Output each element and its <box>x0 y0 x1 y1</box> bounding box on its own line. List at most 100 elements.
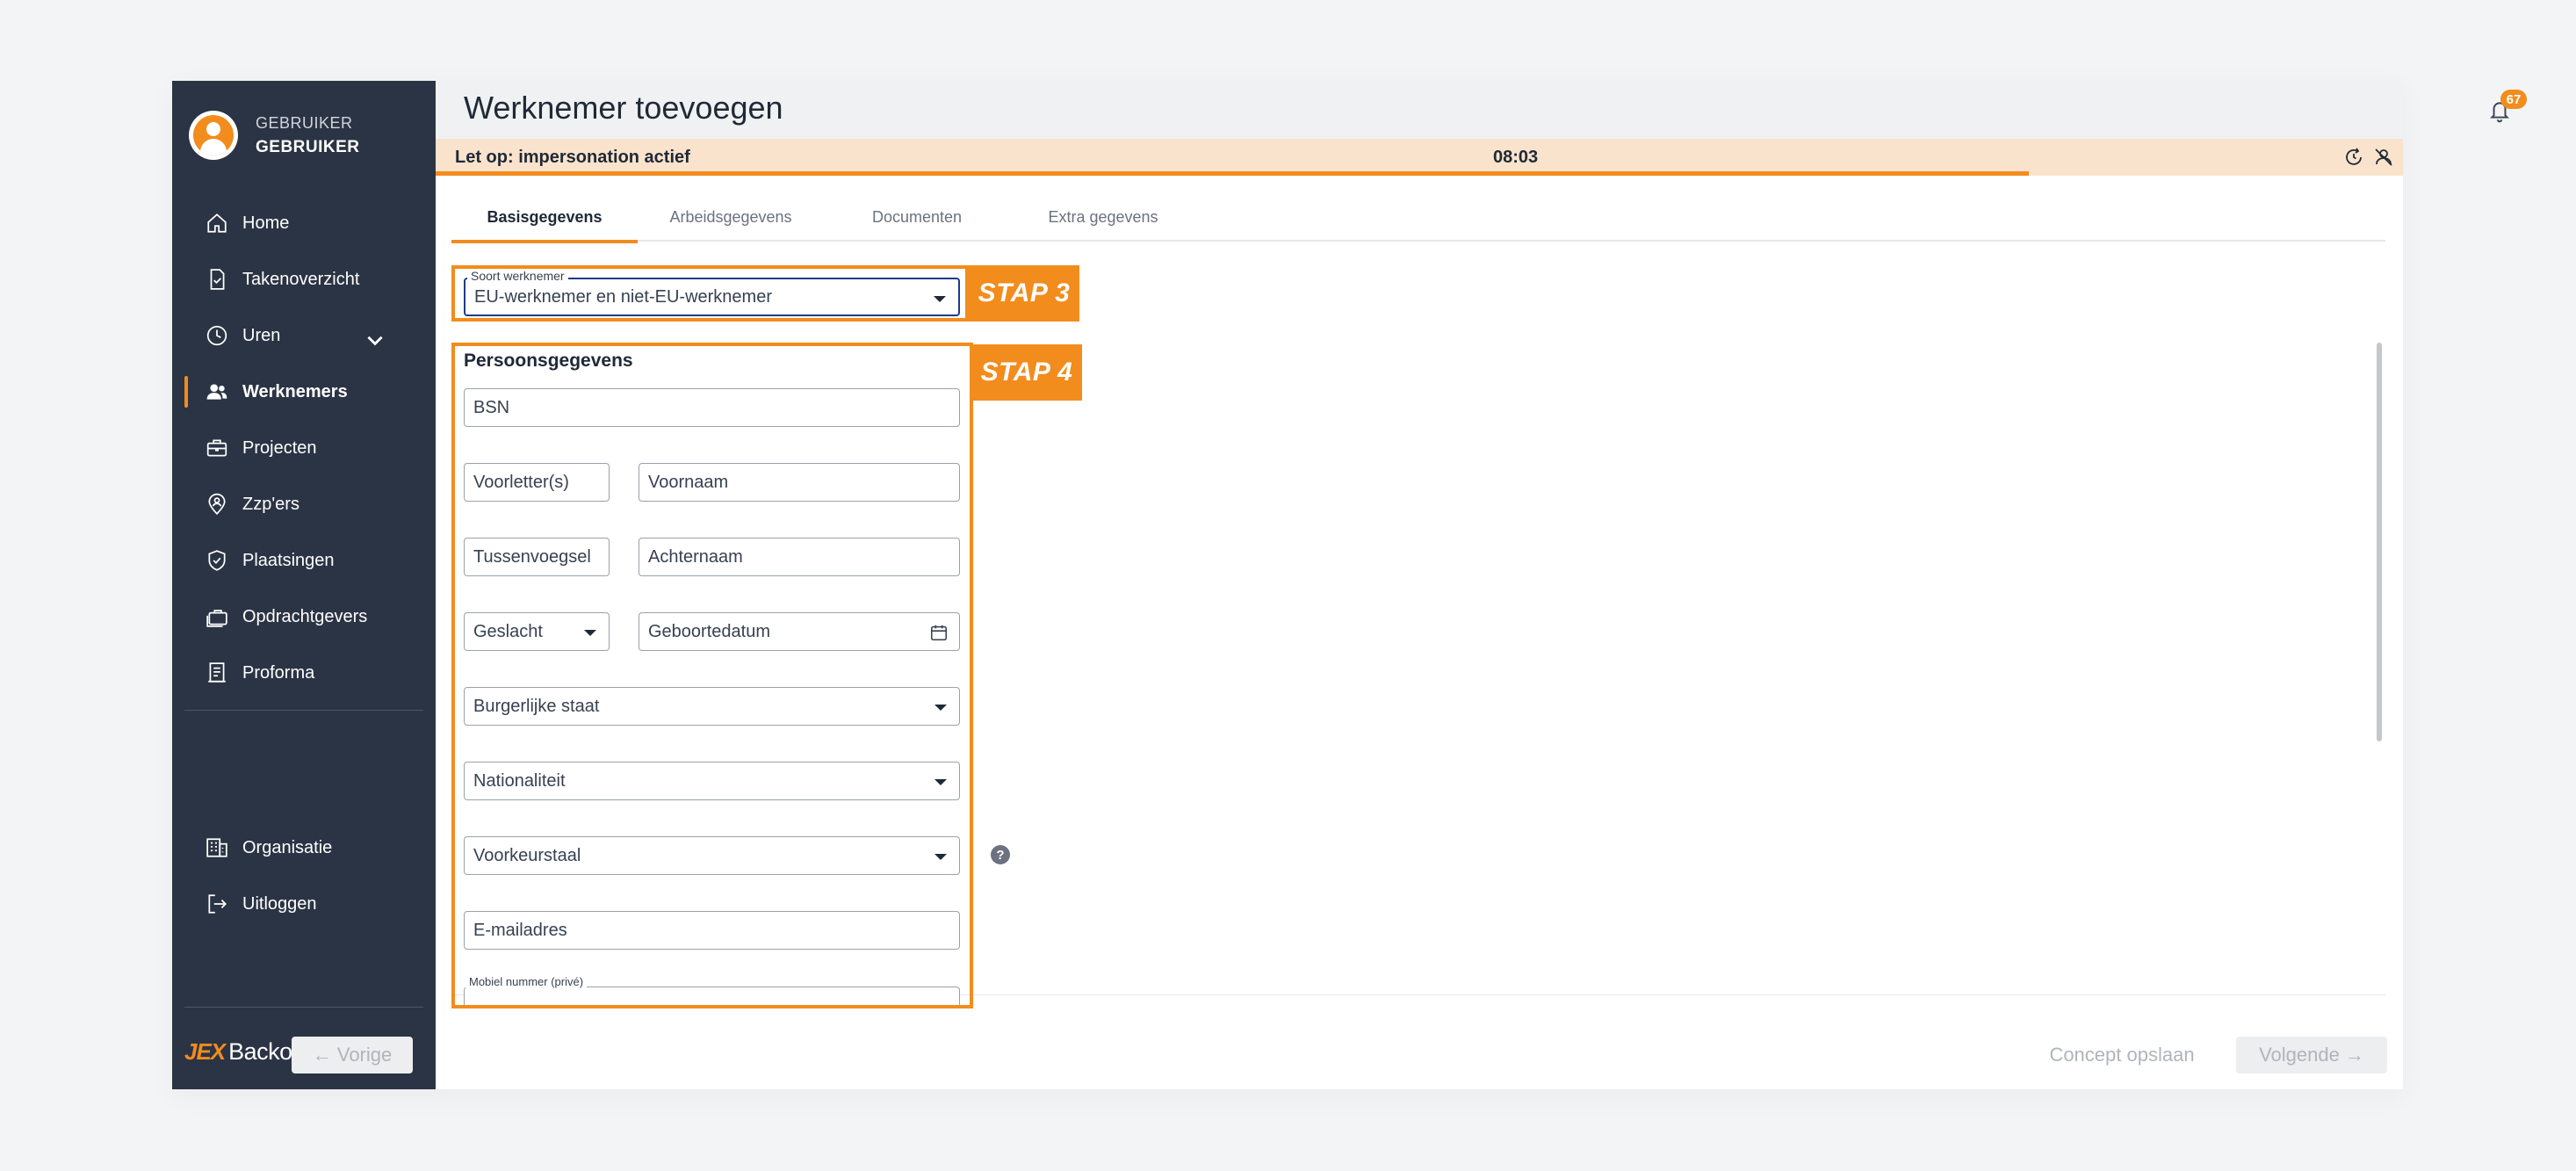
voornaam-field[interactable]: Voornaam <box>639 463 960 502</box>
tab-extra-gegevens[interactable]: Extra gegevens <box>1010 193 1196 242</box>
geslacht-placeholder: Geslacht <box>473 621 543 641</box>
sidebar-item-label: Organisatie <box>242 837 333 857</box>
user-name: GEBRUIKER <box>256 137 360 156</box>
sidebar-item-home[interactable]: Home <box>172 195 436 251</box>
soort-werknemer-select[interactable]: EU-werknemer en niet-EU-werknemer <box>464 278 960 316</box>
bsn-field[interactable]: BSN <box>464 388 960 427</box>
location-pin-icon <box>208 493 226 516</box>
sidebar-item-plaatsingen[interactable]: Plaatsingen <box>172 532 436 589</box>
voorkeurstaal-placeholder: Voorkeurstaal <box>473 845 581 865</box>
achternaam-placeholder: Achternaam <box>648 546 743 567</box>
step4-tag: STAP 4 <box>971 344 1082 401</box>
impersonation-bar: Let op: impersonation actief 08:03 <box>436 139 2403 176</box>
voorletters-placeholder: Voorletter(s) <box>473 472 569 492</box>
geboortedatum-field[interactable]: Geboortedatum <box>639 612 960 651</box>
concept-opslaan-button[interactable]: Concept opslaan <box>2034 1037 2210 1073</box>
sidebar-item-proforma[interactable]: Proforma <box>172 645 436 701</box>
sidebar-nav: Home Takenoverzicht Uren Werknemers Proj… <box>172 195 436 701</box>
page-header: Werknemer toevoegen 67 <box>436 81 2527 139</box>
tab-bar: Basisgegevens Arbeidsgegevens Documenten… <box>451 193 2385 243</box>
notifications-button[interactable]: 67 <box>2485 90 2527 128</box>
page-title: Werknemer toevoegen <box>464 90 783 126</box>
sidebar-nav-secondary: Organisatie Uitloggen <box>172 820 436 932</box>
briefcases-icon <box>206 610 227 627</box>
sidebar-item-label: Opdrachtgevers <box>242 606 368 626</box>
geboortedatum-placeholder: Geboortedatum <box>648 621 770 641</box>
sidebar-item-label: Home <box>242 213 290 233</box>
sidebar-item-label: Takenoverzicht <box>242 269 360 289</box>
chevron-down-icon[interactable] <box>364 329 386 351</box>
voorletters-field[interactable]: Voorletter(s) <box>464 463 610 502</box>
sidebar-item-uren[interactable]: Uren <box>172 307 436 364</box>
sidebar-item-takenoverzicht[interactable]: Takenoverzicht <box>172 251 436 307</box>
stop-impersonation-icon[interactable] <box>2373 147 2394 168</box>
scrollbar[interactable] <box>2377 343 2382 741</box>
geslacht-select[interactable]: Geslacht <box>464 612 610 651</box>
burgerlijke-staat-placeholder: Burgerlijke staat <box>473 696 600 716</box>
refresh-timer-icon[interactable] <box>2343 147 2364 168</box>
sidebar-item-projecten[interactable]: Projecten <box>172 420 436 476</box>
user-block[interactable]: GEBRUIKER GEBRUIKER <box>189 109 360 162</box>
burgerlijke-staat-select[interactable]: Burgerlijke staat <box>464 687 960 726</box>
mobiel-label: Mobiel nummer (privé) <box>465 975 588 988</box>
sidebar-item-label: Proforma <box>242 662 315 683</box>
home-icon <box>207 213 227 233</box>
sidebar-item-zzpers[interactable]: Zzp'ers <box>172 476 436 532</box>
notification-badge: 67 <box>2500 90 2527 109</box>
dropdown-caret-icon <box>584 630 596 636</box>
step4-highlight <box>451 343 973 1008</box>
section-title-persoonsgegevens: Persoonsgegevens <box>464 351 633 371</box>
user-icon <box>193 115 234 155</box>
brand-logo: JEX <box>184 1037 226 1065</box>
sidebar-divider-bottom <box>184 1007 423 1008</box>
sidebar-item-organisatie[interactable]: Organisatie <box>172 820 436 876</box>
tussenvoegsel-field[interactable]: Tussenvoegsel <box>464 538 610 576</box>
soort-werknemer-label: Soort werknemer <box>467 269 568 283</box>
sidebar-item-label: Werknemers <box>242 381 348 401</box>
impersonation-label: Let op: impersonation actief <box>455 148 690 167</box>
user-role: GEBRUIKER <box>256 113 353 132</box>
tussenvoegsel-placeholder: Tussenvoegsel <box>473 546 591 567</box>
sidebar-item-label: Uitloggen <box>242 893 317 914</box>
clock-icon <box>206 325 227 346</box>
sidebar-item-uitloggen[interactable]: Uitloggen <box>172 876 436 932</box>
sidebar: GEBRUIKER GEBRUIKER Home Takenoverzicht … <box>172 81 436 1089</box>
voornaam-placeholder: Voornaam <box>648 472 729 492</box>
volgende-button[interactable]: Volgende → <box>2236 1037 2387 1073</box>
dropdown-caret-icon <box>934 296 946 302</box>
calendar-icon[interactable] <box>929 623 949 642</box>
avatar <box>189 111 238 160</box>
nationaliteit-select[interactable]: Nationaliteit <box>464 762 960 800</box>
nationaliteit-placeholder: Nationaliteit <box>473 770 566 791</box>
tab-arbeidsgegevens[interactable]: Arbeidsgegevens <box>638 193 824 242</box>
tab-documenten[interactable]: Documenten <box>824 193 1010 242</box>
email-field[interactable]: E-mailadres <box>464 911 960 950</box>
mobiel-field-clip: Mobiel nummer (privé) <box>455 973 968 1005</box>
task-icon <box>210 269 225 290</box>
impersonation-timer: 08:03 <box>1493 148 1539 167</box>
sidebar-item-label: Plaatsingen <box>242 550 335 570</box>
soort-werknemer-value: EU-werknemer en niet-EU-werknemer <box>474 286 772 307</box>
dropdown-caret-icon <box>934 854 947 860</box>
tab-basisgegevens[interactable]: Basisgegevens <box>451 193 638 243</box>
mobiel-field[interactable] <box>464 987 960 1005</box>
dropdown-caret-icon <box>934 705 947 711</box>
users-icon <box>206 384 227 400</box>
bsn-placeholder: BSN <box>473 397 510 417</box>
briefcase-icon <box>206 439 227 457</box>
voorkeurstaal-select[interactable]: Voorkeurstaal <box>464 836 960 875</box>
step3-tag: STAP 3 <box>969 265 1079 322</box>
sidebar-item-label: Uren <box>242 325 281 345</box>
sidebar-item-label: Zzp'ers <box>242 494 299 514</box>
achternaam-field[interactable]: Achternaam <box>639 538 960 576</box>
sidebar-divider <box>184 710 423 711</box>
sidebar-item-opdrachtgevers[interactable]: Opdrachtgevers <box>172 589 436 645</box>
vorige-button[interactable]: ← Vorige <box>292 1037 413 1073</box>
sidebar-item-werknemers[interactable]: Werknemers <box>172 364 436 420</box>
help-icon[interactable]: ? <box>991 845 1010 864</box>
email-placeholder: E-mailadres <box>473 920 567 940</box>
dropdown-caret-icon <box>934 779 947 785</box>
logout-icon <box>208 894 227 914</box>
shield-check-icon <box>208 550 226 571</box>
building-icon <box>206 838 227 857</box>
